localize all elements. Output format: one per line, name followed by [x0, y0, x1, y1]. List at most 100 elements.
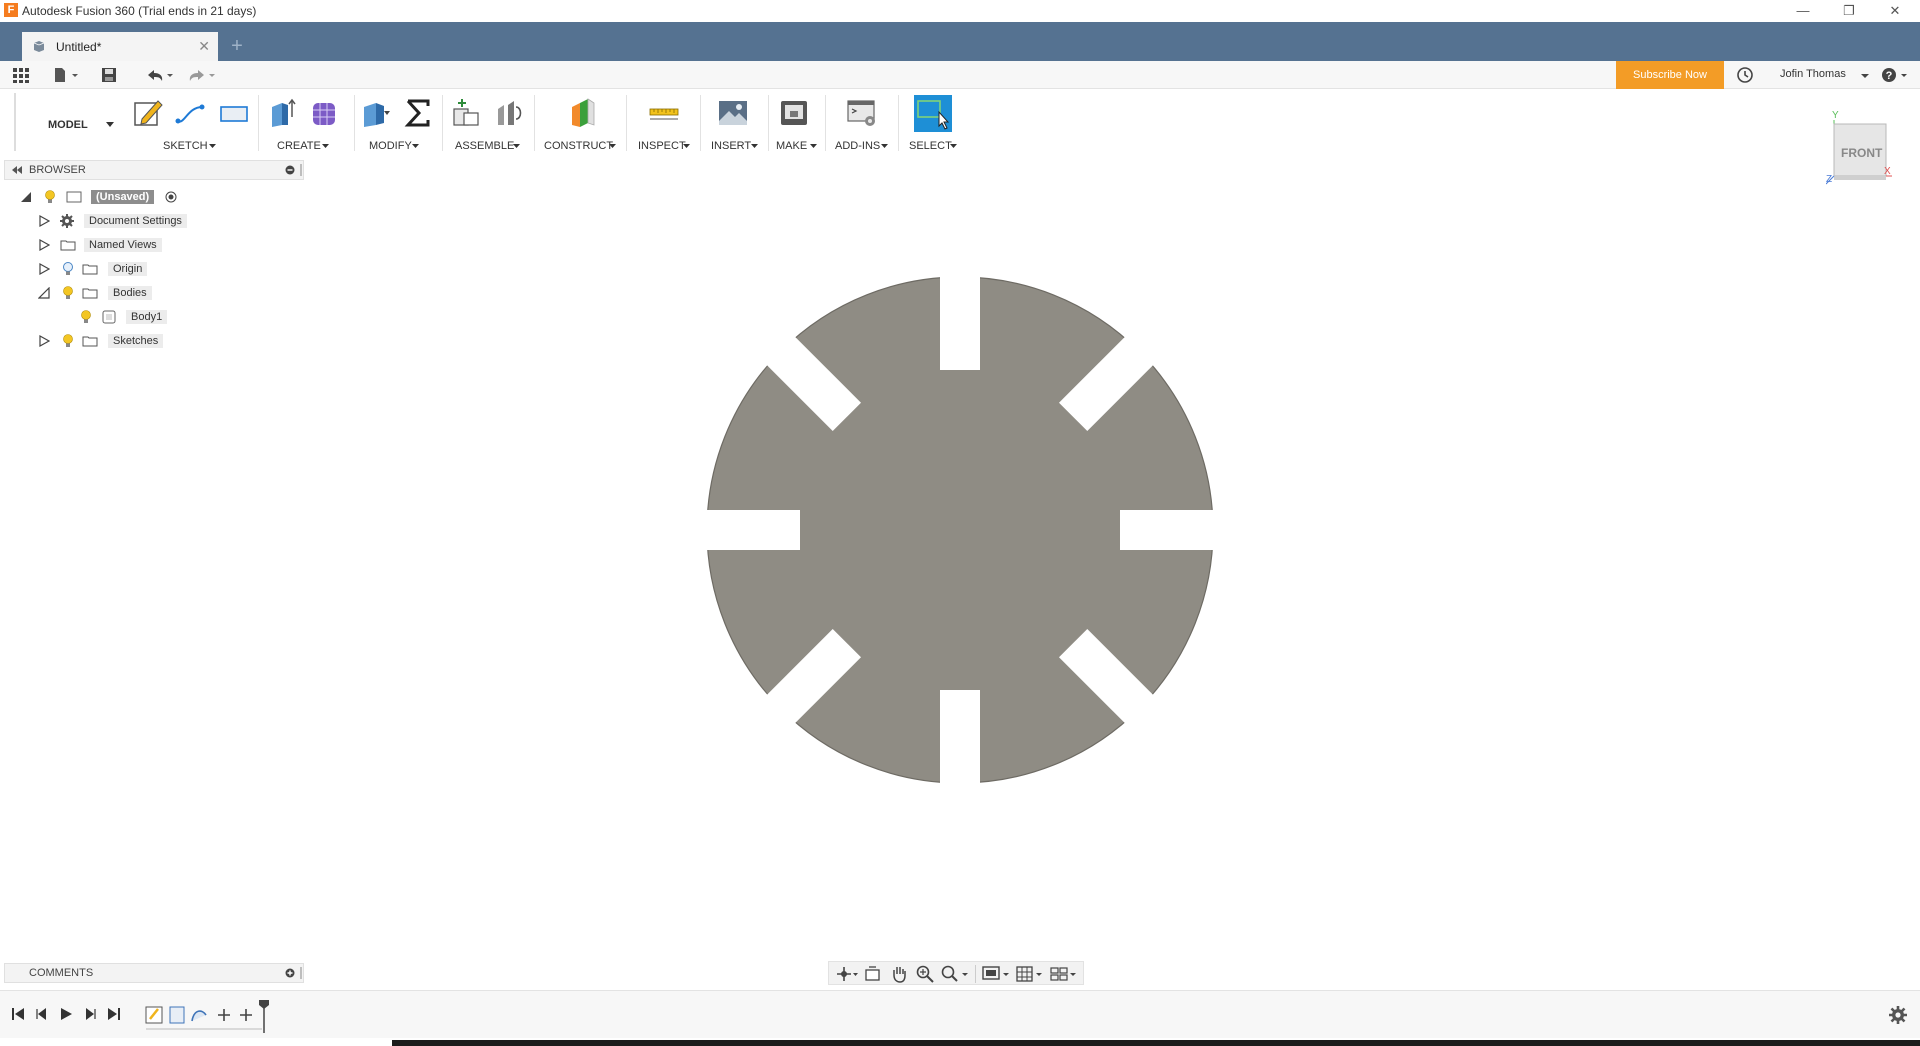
data-panel-grid-icon[interactable] — [12, 65, 30, 85]
tree-item-label: Bodies — [108, 286, 152, 300]
timeline-settings-gear-icon[interactable] — [1888, 1005, 1908, 1025]
axis-x-label: X — [1884, 166, 1891, 177]
user-account-menu[interactable]: Jofin Thomas — [1780, 68, 1846, 80]
sketch-menu[interactable]: SKETCH — [163, 140, 208, 152]
tree-item-document-settings[interactable]: Document Settings — [36, 210, 236, 232]
3d-print-icon[interactable] — [778, 97, 810, 129]
redo-icon[interactable] — [186, 65, 216, 85]
scripts-addins-icon[interactable] — [846, 97, 878, 129]
minimize-button[interactable]: — — [1780, 0, 1826, 22]
display-settings-icon[interactable] — [981, 965, 1011, 983]
pan-hand-icon[interactable] — [889, 964, 909, 984]
toolbar-divider — [626, 95, 627, 151]
view-cube-front-face[interactable]: FRONT — [1841, 146, 1882, 160]
body-icon — [102, 310, 116, 324]
new-component-icon[interactable] — [450, 97, 482, 129]
zoom-icon[interactable] — [915, 964, 935, 984]
subscribe-now-button[interactable]: Subscribe Now — [1616, 61, 1724, 89]
expanded-triangle-icon[interactable] — [38, 287, 50, 299]
collapsed-triangle-icon[interactable] — [38, 263, 50, 275]
insert-menu[interactable]: INSERT — [711, 140, 751, 152]
viewports-icon[interactable] — [1049, 965, 1079, 983]
visibility-bulb-icon[interactable] — [44, 190, 56, 204]
visibility-bulb-icon[interactable] — [80, 310, 92, 324]
timeline-marker-handle[interactable] — [258, 999, 270, 1033]
close-window-button[interactable]: ✕ — [1872, 0, 1918, 22]
visibility-bulb-icon[interactable] — [62, 286, 74, 300]
restore-button[interactable]: ❐ — [1826, 0, 1872, 22]
panel-resize-handle[interactable] — [299, 967, 303, 979]
collapsed-triangle-icon[interactable] — [38, 215, 50, 227]
fit-zoom-window-icon[interactable] — [939, 964, 969, 984]
press-pull-icon[interactable] — [360, 97, 392, 129]
modify-menu[interactable]: MODIFY — [369, 140, 412, 152]
new-tab-button[interactable]: + — [226, 34, 248, 58]
minimize-panel-icon[interactable] — [285, 165, 295, 175]
tree-item-body1[interactable]: Body1 — [36, 306, 236, 328]
add-comment-icon[interactable] — [285, 968, 295, 978]
chevron-down-icon — [609, 144, 616, 148]
orbit-icon[interactable] — [835, 965, 859, 983]
view-cube[interactable]: Y FRONT X Z — [1826, 110, 1892, 186]
select-tool-button[interactable] — [914, 95, 952, 132]
add-ins-menu[interactable]: ADD-INS — [835, 140, 880, 152]
folder-icon — [82, 264, 98, 275]
sum-parameters-icon[interactable] — [402, 97, 434, 129]
step-forward-icon[interactable] — [82, 1006, 98, 1022]
insert-image-icon[interactable] — [717, 97, 749, 129]
help-icon[interactable]: ? — [1880, 65, 1910, 85]
collapse-panel-icon[interactable] — [11, 165, 23, 175]
axis-z-label: Z — [1826, 174, 1833, 185]
save-icon[interactable] — [100, 65, 118, 85]
visibility-bulb-icon[interactable] — [62, 334, 74, 348]
expanded-triangle-icon[interactable] — [20, 191, 32, 203]
rectangle-tool-icon[interactable] — [218, 97, 250, 129]
tree-item-sketches[interactable]: Sketches — [36, 330, 236, 352]
collapsed-triangle-icon[interactable] — [38, 335, 50, 347]
comments-title: COMMENTS — [29, 967, 94, 979]
grid-snaps-icon[interactable] — [1015, 965, 1045, 983]
body1-model[interactable] — [700, 270, 1220, 790]
panel-resize-handle[interactable] — [299, 164, 303, 176]
close-tab-button[interactable]: ✕ — [198, 38, 210, 55]
timeline-feature-strip[interactable] — [144, 1003, 264, 1031]
hidden-bulb-icon[interactable] — [62, 262, 74, 276]
select-menu[interactable]: SELECT — [909, 140, 952, 152]
go-to-end-icon[interactable] — [106, 1006, 122, 1022]
window-title-bar: F Autodesk Fusion 360 (Trial ends in 21 … — [0, 0, 1920, 22]
workspace-switcher[interactable]: MODEL — [14, 93, 126, 151]
workspace-label: MODEL — [48, 119, 88, 131]
line-tool-icon[interactable] — [174, 97, 206, 129]
joint-icon[interactable] — [494, 97, 526, 129]
folder-icon — [82, 288, 98, 299]
file-menu-icon[interactable] — [52, 65, 80, 85]
step-back-icon[interactable] — [34, 1006, 50, 1022]
extrude-icon[interactable] — [266, 97, 298, 129]
tree-item-label: Named Views — [84, 238, 162, 252]
collapsed-triangle-icon[interactable] — [38, 239, 50, 251]
go-to-start-icon[interactable] — [10, 1006, 26, 1022]
create-menu[interactable]: CREATE — [277, 140, 321, 152]
tree-item-bodies[interactable]: Bodies — [36, 282, 236, 304]
browser-root-node[interactable]: (Unsaved) — [18, 186, 198, 208]
offset-plane-icon[interactable] — [566, 97, 598, 129]
document-tab[interactable]: Untitled* ✕ — [22, 32, 218, 61]
look-at-icon[interactable] — [863, 965, 883, 983]
create-sketch-icon[interactable] — [132, 97, 164, 129]
tree-item-label: Body1 — [126, 310, 168, 324]
form-sculpt-icon[interactable] — [308, 97, 340, 129]
job-status-clock-icon[interactable] — [1736, 65, 1754, 85]
play-icon[interactable] — [58, 1006, 74, 1022]
activate-radio-icon[interactable] — [165, 191, 177, 203]
tree-item-named-views[interactable]: Named Views — [36, 234, 236, 256]
tree-item-origin[interactable]: Origin — [36, 258, 236, 280]
chevron-down-icon[interactable] — [1860, 65, 1870, 85]
measure-icon[interactable] — [648, 97, 680, 129]
toolbar-divider — [534, 95, 535, 151]
assemble-menu[interactable]: ASSEMBLE — [455, 140, 514, 152]
undo-icon[interactable] — [144, 65, 174, 85]
make-menu[interactable]: MAKE — [776, 140, 807, 152]
browser-root-label: (Unsaved) — [91, 190, 155, 204]
inspect-menu[interactable]: INSPECT — [638, 140, 686, 152]
construct-menu[interactable]: CONSTRUCT — [544, 140, 613, 152]
